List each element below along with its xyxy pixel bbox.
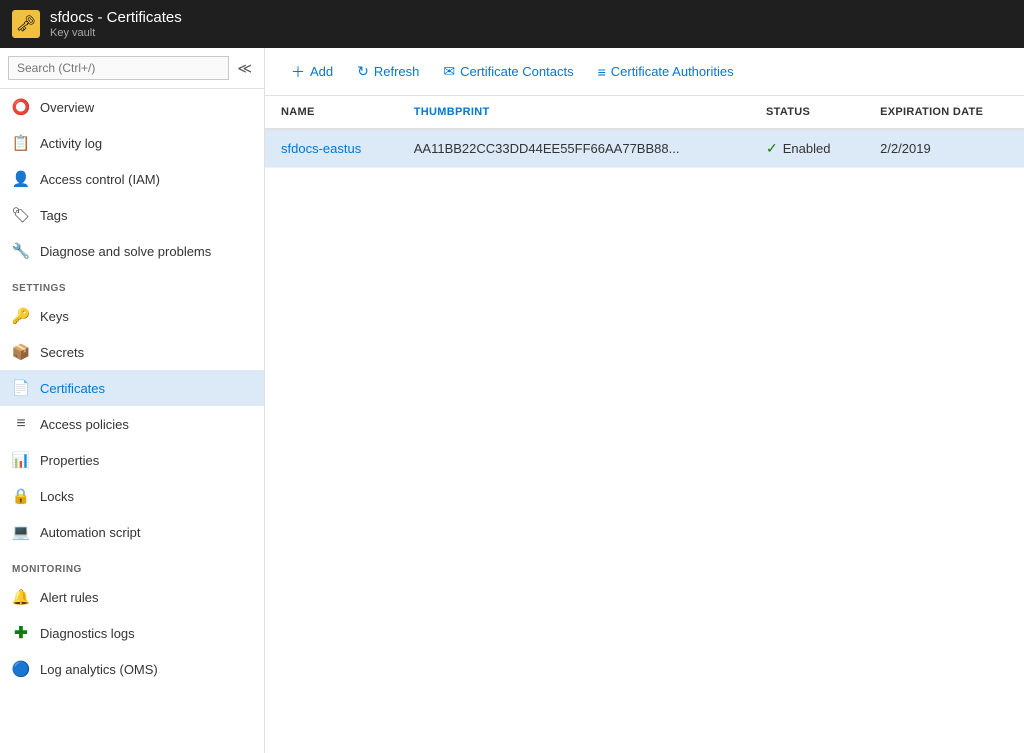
col-header-expiration: EXPIRATION DATE — [864, 96, 1024, 129]
sidebar-item-properties[interactable]: 📊 Properties — [0, 442, 264, 478]
automation-icon: 💻 — [12, 523, 30, 541]
sidebar-item-label: Log analytics (OMS) — [40, 662, 158, 677]
sidebar-search-row: ≪ — [0, 48, 264, 89]
certificate-authorities-button[interactable]: ≡ Certificate Authorities — [588, 58, 744, 86]
properties-icon: 📊 — [12, 451, 30, 469]
diagnose-icon: 🔧 — [12, 242, 30, 260]
sidebar-nav: ⭕ Overview 📋 Activity log 👤 Access contr… — [0, 89, 264, 753]
sidebar-item-access-policies[interactable]: ≡ Access policies — [0, 406, 264, 442]
cert-status-cell: ✓ Enabled — [750, 129, 864, 168]
status-enabled: ✓ Enabled — [766, 140, 848, 157]
sidebar-item-locks[interactable]: 🔒 Locks — [0, 478, 264, 514]
alert-rules-icon: 🔔 — [12, 588, 30, 606]
sidebar-item-diagnose[interactable]: 🔧 Diagnose and solve problems — [0, 233, 264, 269]
sidebar-item-label: Certificates — [40, 381, 105, 396]
access-control-icon: 👤 — [12, 170, 30, 188]
add-icon: ＋ — [291, 62, 305, 82]
cert-name-cell: sfdocs-eastus — [265, 129, 398, 168]
sidebar: ≪ ⭕ Overview 📋 Activity log 👤 Access con… — [0, 48, 265, 753]
certificate-contacts-button[interactable]: ✉ Certificate Contacts — [433, 57, 583, 86]
log-analytics-icon: 🔵 — [12, 660, 30, 678]
sidebar-item-label: Keys — [40, 309, 69, 324]
sidebar-item-label: Automation script — [40, 525, 140, 540]
sidebar-item-alert-rules[interactable]: 🔔 Alert rules — [0, 579, 264, 615]
certificates-icon: 📄 — [12, 379, 30, 397]
app-icon: 🗝 — [12, 10, 40, 38]
access-policies-icon: ≡ — [12, 415, 30, 433]
refresh-button[interactable]: ↻ Refresh — [347, 57, 429, 86]
cert-name-link[interactable]: sfdocs-eastus — [281, 141, 361, 156]
authorities-label: Certificate Authorities — [611, 64, 734, 79]
secrets-icon: 📦 — [12, 343, 30, 361]
sidebar-item-label: Diagnose and solve problems — [40, 244, 211, 259]
main-layout: ≪ ⭕ Overview 📋 Activity log 👤 Access con… — [0, 48, 1024, 753]
sidebar-item-label: Access policies — [40, 417, 129, 432]
sidebar-item-keys[interactable]: 🔑 Keys — [0, 298, 264, 334]
col-header-name: NAME — [265, 96, 398, 129]
locks-icon: 🔒 — [12, 487, 30, 505]
sidebar-item-label: Alert rules — [40, 590, 99, 605]
activity-log-icon: 📋 — [12, 134, 30, 152]
table-body: sfdocs-eastus AA11BB22CC33DD44EE55FF66AA… — [265, 129, 1024, 168]
add-button[interactable]: ＋ Add — [281, 56, 343, 88]
overview-icon: ⭕ — [12, 98, 30, 116]
col-header-status: STATUS — [750, 96, 864, 129]
sidebar-item-tags[interactable]: 🏷 Tags — [0, 197, 264, 233]
keys-icon: 🔑 — [12, 307, 30, 325]
app-title-block: sfdocs - Certificates Key vault — [50, 9, 182, 39]
sidebar-item-label: Locks — [40, 489, 74, 504]
certificates-table: NAME THUMBPRINT STATUS EXPIRATION DATE — [265, 96, 1024, 168]
content-area: ＋ Add ↻ Refresh ✉ Certificate Contacts ≡… — [265, 48, 1024, 753]
contacts-icon: ✉ — [443, 63, 455, 80]
collapse-button[interactable]: ≪ — [233, 58, 256, 79]
authorities-icon: ≡ — [598, 64, 606, 80]
table-row[interactable]: sfdocs-eastus AA11BB22CC33DD44EE55FF66AA… — [265, 129, 1024, 168]
app-subtitle: Key vault — [50, 27, 182, 39]
col-header-thumbprint: THUMBPRINT — [398, 96, 750, 129]
add-label: Add — [310, 64, 333, 79]
diagnostics-logs-icon: ✚ — [12, 624, 30, 642]
refresh-label: Refresh — [374, 64, 420, 79]
table-header: NAME THUMBPRINT STATUS EXPIRATION DATE — [265, 96, 1024, 129]
cert-expiration-cell: 2/2/2019 — [864, 129, 1024, 168]
sidebar-item-label: Access control (IAM) — [40, 172, 160, 187]
refresh-icon: ↻ — [357, 63, 369, 80]
sidebar-item-automation[interactable]: 💻 Automation script — [0, 514, 264, 550]
search-input[interactable] — [8, 56, 229, 80]
sidebar-item-label: Secrets — [40, 345, 84, 360]
sidebar-item-label: Diagnostics logs — [40, 626, 135, 641]
toolbar: ＋ Add ↻ Refresh ✉ Certificate Contacts ≡… — [265, 48, 1024, 96]
sidebar-item-certificates[interactable]: 📄 Certificates — [0, 370, 264, 406]
key-vault-icon: 🗝 — [16, 14, 36, 34]
sidebar-item-access-control[interactable]: 👤 Access control (IAM) — [0, 161, 264, 197]
contacts-label: Certificate Contacts — [460, 64, 573, 79]
settings-section-label: SETTINGS — [0, 269, 264, 298]
monitoring-section-label: MONITORING — [0, 550, 264, 579]
sidebar-item-label: Properties — [40, 453, 99, 468]
sidebar-item-activity-log[interactable]: 📋 Activity log — [0, 125, 264, 161]
sidebar-item-label: Overview — [40, 100, 94, 115]
top-bar: 🗝 sfdocs - Certificates Key vault — [0, 0, 1024, 48]
tags-icon: 🏷 — [12, 206, 30, 224]
status-text: Enabled — [783, 141, 831, 156]
app-title: sfdocs - Certificates — [50, 9, 182, 26]
sidebar-item-overview[interactable]: ⭕ Overview — [0, 89, 264, 125]
sidebar-item-diagnostics-logs[interactable]: ✚ Diagnostics logs — [0, 615, 264, 651]
sidebar-item-label: Tags — [40, 208, 67, 223]
sidebar-item-secrets[interactable]: 📦 Secrets — [0, 334, 264, 370]
sidebar-item-label: Activity log — [40, 136, 102, 151]
cert-thumbprint-cell: AA11BB22CC33DD44EE55FF66AA77BB88... — [398, 129, 750, 168]
sidebar-item-log-analytics[interactable]: 🔵 Log analytics (OMS) — [0, 651, 264, 687]
table-area: NAME THUMBPRINT STATUS EXPIRATION DATE — [265, 96, 1024, 753]
checkmark-icon: ✓ — [766, 140, 778, 157]
